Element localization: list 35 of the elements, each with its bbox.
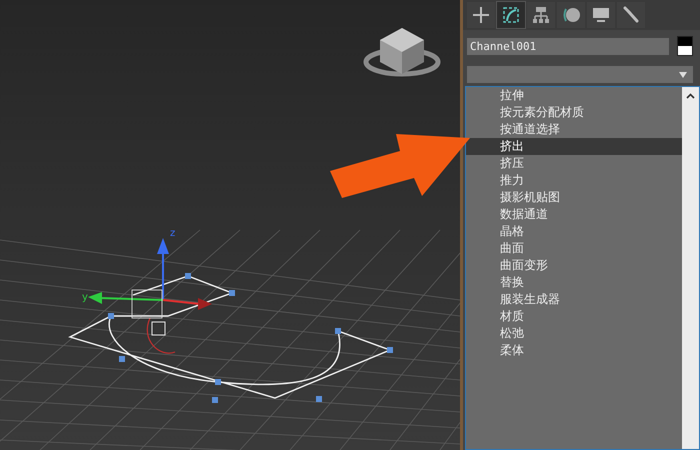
modifier-item[interactable]: 数据通道 — [466, 206, 682, 223]
modifier-item[interactable]: 摄影机贴图 — [466, 189, 682, 206]
modifier-item[interactable]: 替换 — [466, 274, 682, 291]
modifier-item[interactable]: 柔体 — [466, 342, 682, 359]
hierarchy-tab[interactable] — [527, 2, 555, 28]
display-tab[interactable] — [587, 2, 615, 28]
modifier-item[interactable]: 推力 — [466, 172, 682, 189]
modifier-item[interactable]: 按元素分配材质 — [466, 104, 682, 121]
modifier-item[interactable]: 曲面变形 — [466, 257, 682, 274]
modifier-item[interactable]: 拉伸 — [466, 87, 682, 104]
modifier-item[interactable]: 服装生成器 — [466, 291, 682, 308]
dropdown-caret-icon — [679, 72, 687, 78]
object-name-field[interactable]: Channel001 — [467, 38, 669, 54]
modify-tab[interactable] — [497, 2, 525, 28]
axis-label: z — [170, 228, 176, 239]
curve-in-frame-icon — [502, 6, 520, 24]
modifier-item[interactable]: 曲面 — [466, 240, 682, 257]
create-tab[interactable] — [467, 2, 495, 28]
hierarchy-icon — [532, 6, 550, 24]
modifier-item[interactable]: 松弛 — [466, 325, 682, 342]
modifier-item[interactable]: 晶格 — [466, 223, 682, 240]
utilities-tab[interactable] — [617, 2, 645, 28]
modifier-item[interactable]: 挤压 — [466, 155, 682, 172]
modifier-item[interactable]: 按通道选择 — [466, 121, 682, 138]
axis-label: y — [82, 292, 88, 303]
viewcube-icon — [364, 28, 440, 76]
modifier-item[interactable]: 材质 — [466, 308, 682, 325]
scrollbar[interactable] — [682, 87, 699, 449]
scroll-up-icon — [686, 93, 695, 99]
modifier-item[interactable]: 挤出 — [466, 138, 682, 155]
motion-tab[interactable] — [557, 2, 585, 28]
color-swatch[interactable] — [677, 36, 693, 56]
plus-icon — [472, 6, 490, 24]
monitor-icon — [592, 6, 610, 24]
sphere-icon — [562, 6, 580, 24]
